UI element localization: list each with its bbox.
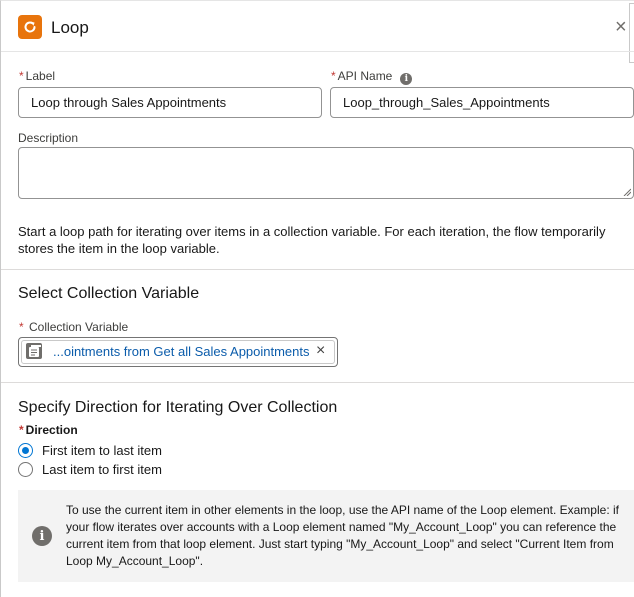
section-divider: [1, 382, 634, 383]
collection-section-title: Select Collection Variable: [18, 285, 200, 302]
api-name-field-label: * API Name i: [331, 69, 413, 85]
panel-header: Loop ×: [1, 1, 634, 52]
label-input[interactable]: Loop through Sales Appointments: [18, 87, 322, 118]
collection-icon: [26, 343, 42, 359]
radio-label: Last item to first item: [42, 462, 162, 477]
required-marker: *: [19, 320, 24, 334]
remove-icon[interactable]: ×: [316, 342, 330, 360]
section-divider: [1, 269, 634, 270]
close-icon[interactable]: ×: [615, 17, 633, 37]
note-text: To use the current item in other element…: [66, 503, 619, 568]
radio-button[interactable]: [18, 462, 33, 477]
collection-variable-value: ...ointments from Get all Sales Appointm…: [53, 344, 310, 359]
radio-button-selected[interactable]: [18, 443, 33, 458]
description-textarea[interactable]: [18, 147, 634, 199]
radio-label: First item to last item: [42, 443, 162, 458]
collection-field-label: * Collection Variable: [19, 320, 129, 334]
panel-title: Loop: [51, 18, 89, 37]
info-icon: i: [32, 526, 52, 546]
radio-last-to-first[interactable]: Last item to first item: [18, 462, 162, 477]
label-field-label: * Label: [19, 69, 56, 83]
direction-section-title: Specify Direction for Iterating Over Col…: [18, 399, 338, 416]
required-marker: *: [19, 69, 24, 83]
loop-info-note: i To use the current item in other eleme…: [18, 490, 634, 582]
loop-editor-panel: Loop × * Label Loop through Sales Appoint…: [0, 0, 634, 597]
direction-field-label: * Direction: [19, 423, 78, 437]
collection-variable-pill[interactable]: ...ointments from Get all Sales Appointm…: [18, 337, 338, 367]
radio-first-to-last[interactable]: First item to last item: [18, 443, 162, 458]
required-marker: *: [19, 423, 24, 437]
loop-icon: [18, 15, 42, 39]
api-name-input[interactable]: Loop_through_Sales_Appointments: [330, 87, 634, 118]
required-marker: *: [331, 69, 336, 83]
info-icon[interactable]: i: [400, 73, 413, 85]
description-field-label: Description: [18, 131, 79, 145]
resize-handle-icon[interactable]: [623, 188, 631, 196]
loop-description-text: Start a loop path for iterating over ite…: [18, 224, 606, 256]
